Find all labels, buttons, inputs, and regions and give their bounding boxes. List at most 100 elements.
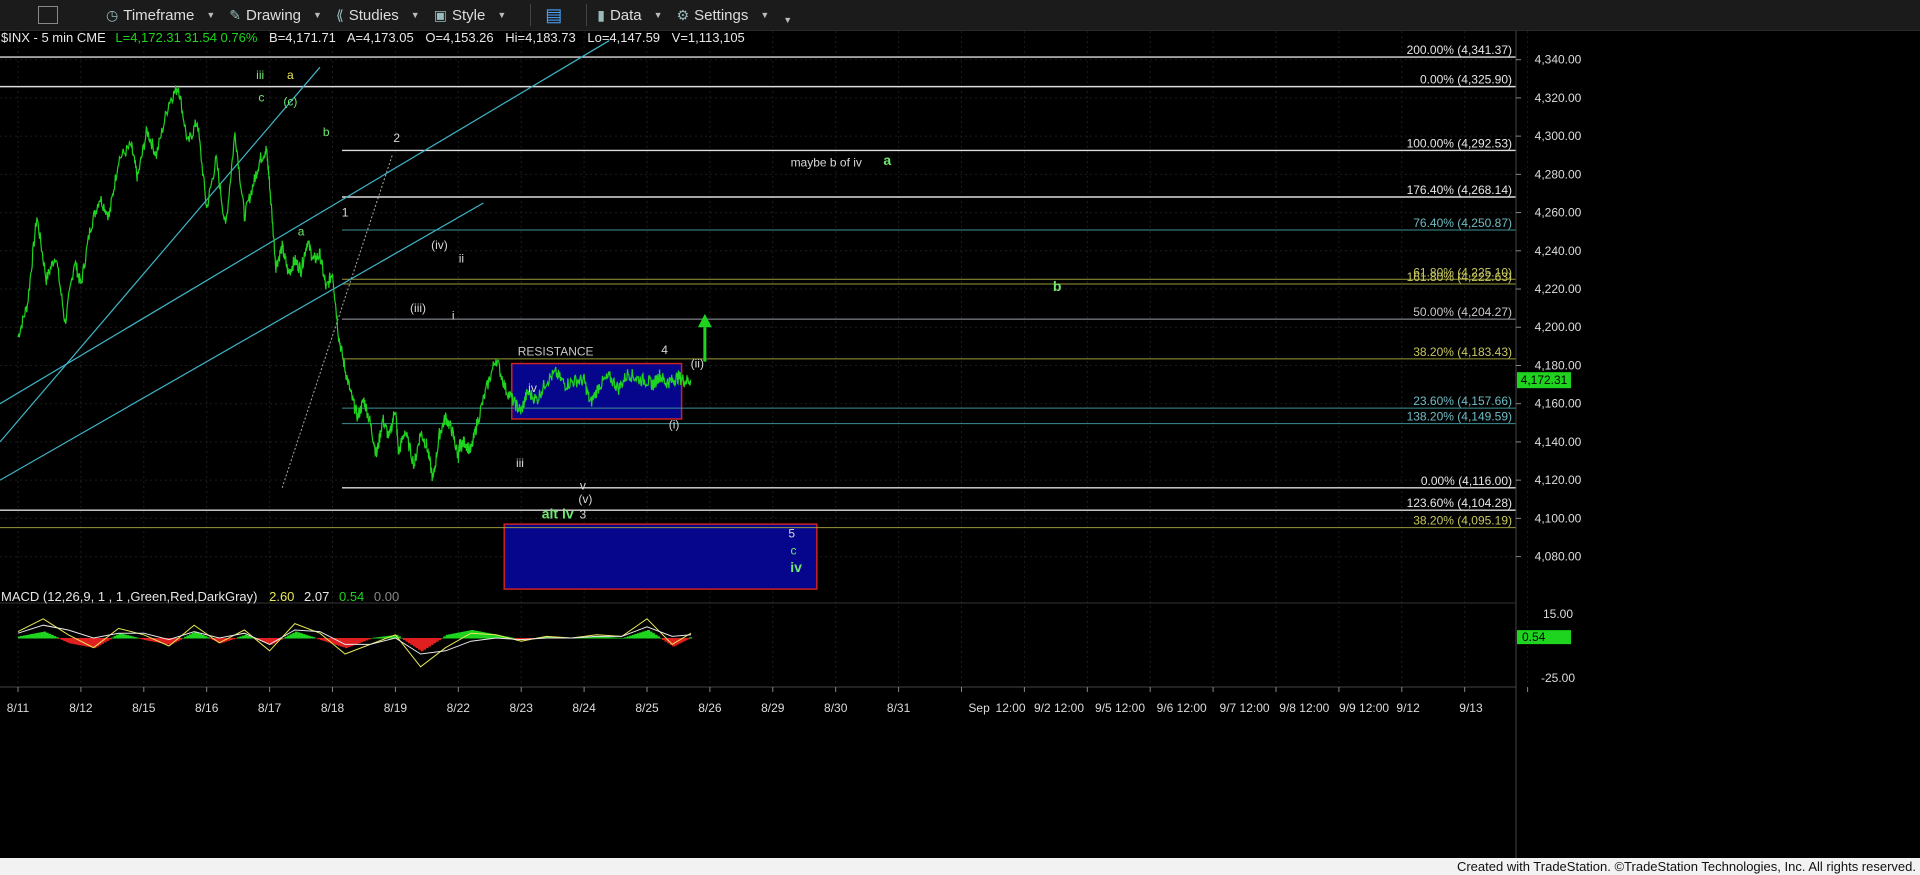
time-tick-label: 8/26 — [698, 701, 722, 715]
fib-label: 0.00% (4,325.90) — [1420, 73, 1512, 87]
time-tick-label: 9/9 12:00 — [1339, 701, 1389, 715]
time-tick-label: 8/30 — [824, 701, 848, 715]
open-quote: O=4,153.26 — [425, 31, 493, 45]
time-tick-label: 9/8 12:00 — [1279, 701, 1329, 715]
macd-axis-label: 0.54 — [1522, 630, 1546, 644]
price-tick-label: 4,180.00 — [1535, 358, 1582, 372]
symbol-name: $INX - 5 min CME — [1, 31, 106, 45]
wave-label: c — [258, 91, 264, 105]
wave-label: a — [287, 68, 294, 82]
chevron-down-icon: ▼ — [760, 10, 770, 20]
macd-hist-value: 0.54 — [339, 589, 364, 604]
time-tick-label: 8/31 — [887, 701, 911, 715]
wave-label: c — [791, 544, 797, 558]
wave-label: a — [298, 225, 305, 239]
clock-icon: ◷ — [106, 6, 119, 23]
wave-label: (i) — [669, 418, 680, 432]
wave-label: maybe b of iv — [791, 156, 862, 170]
chevron-down-icon[interactable]: ▼ — [783, 15, 792, 25]
low-quote: Lo=4,147.59 — [587, 31, 660, 45]
time-tick-label: 8/25 — [635, 701, 659, 715]
layout-icon[interactable]: ▤ — [545, 5, 562, 26]
time-tick-label: 9/6 12:00 — [1157, 701, 1207, 715]
time-tick-label: 8/24 — [572, 701, 596, 715]
data-label: Data — [609, 6, 642, 24]
wave-label: (c) — [283, 95, 297, 109]
wave-label: ii — [459, 251, 464, 265]
chevron-down-icon: ▼ — [313, 10, 322, 20]
studies-label: Studies — [348, 6, 399, 24]
fib-label: 50.00% (4,204.27) — [1413, 305, 1512, 319]
chevron-down-icon: ▼ — [497, 10, 507, 20]
wave-label: iii — [256, 68, 264, 82]
wave-label: iv — [528, 381, 537, 395]
price-tick-label: 4,240.00 — [1535, 244, 1582, 258]
data-menu[interactable]: ▮ Data ▼ — [597, 7, 662, 24]
wave-label: 1 — [342, 205, 349, 219]
wave-label: v — [580, 479, 586, 493]
style-label: Style — [451, 6, 486, 24]
price-tick-label: 4,320.00 — [1535, 91, 1582, 105]
fib-label: 176.40% (4,268.14) — [1407, 183, 1512, 197]
drawing-menu[interactable]: ✎ Drawing ▼ — [229, 7, 322, 24]
fib-label: 123.60% (4,104.28) — [1407, 496, 1512, 510]
time-tick-label: Sep — [968, 701, 990, 715]
time-tick-label: 9/2 12:00 — [1034, 701, 1084, 715]
fib-label: 138.20% (4,149.59) — [1407, 410, 1512, 424]
wave-label: (iv) — [431, 238, 448, 252]
ask-quote: A=4,173.05 — [347, 31, 414, 45]
wave-label: i — [452, 309, 455, 323]
price-tick-label: 4,120.00 — [1535, 473, 1582, 487]
settings-label: Settings — [694, 6, 749, 24]
price-tick-label: 4,100.00 — [1535, 511, 1582, 525]
wave-label: 5 — [788, 526, 795, 540]
studies-menu[interactable]: ⟪ Studies ▼ — [336, 7, 420, 24]
chevron-down-icon: ▼ — [410, 10, 420, 20]
toolbar-divider — [530, 4, 532, 26]
price-tick-label: 4,300.00 — [1535, 129, 1582, 143]
price-tick-label: 4,280.00 — [1535, 167, 1582, 181]
time-tick-label: 8/22 — [447, 701, 471, 715]
footer: Created with TradeStation. ©TradeStation… — [0, 858, 1920, 875]
macd-legend: MACD (12,26,9, 1 , 1 ,Green,Red,DarkGray… — [1, 589, 399, 604]
time-tick-label: 8/23 — [510, 701, 534, 715]
chevron-down-icon: ▼ — [206, 10, 216, 20]
price-tick-label: 4,160.00 — [1535, 397, 1582, 411]
resistance-label: RESISTANCE — [518, 345, 594, 359]
time-tick-label: 8/12 — [69, 701, 93, 715]
settings-menu[interactable]: ⚙ Settings ▼ — [677, 7, 770, 24]
pencil-icon: ✎ — [229, 6, 241, 23]
time-tick-label: 9/5 12:00 — [1095, 701, 1145, 715]
price-tick-label: 4,080.00 — [1535, 550, 1582, 564]
price-tick-label: 4,200.00 — [1535, 320, 1582, 334]
time-tick-label: 12:00 — [996, 701, 1026, 715]
wave-label: iii — [516, 456, 524, 470]
wave-label: a — [883, 152, 891, 168]
time-tick-label: 8/11 — [7, 701, 30, 715]
wave-label: (ii) — [691, 356, 704, 370]
macd-value: 2.60 — [269, 589, 294, 604]
chevron-down-icon: ▼ — [653, 10, 663, 20]
wave-label: (v) — [578, 492, 592, 506]
time-tick-label: 9/12 — [1396, 701, 1420, 715]
fib-label: 38.20% (4,183.43) — [1413, 345, 1512, 359]
price-chart[interactable]: RESISTANCE 200.00% (4,341.37) 0.00% (4,32… — [0, 31, 1920, 858]
wave-label: 3 — [579, 507, 586, 521]
gear-icon: ⚙ — [676, 6, 690, 23]
fib-label: 38.20% (4,095.19) — [1413, 514, 1512, 528]
target-box — [503, 523, 818, 590]
wave-label: b — [323, 125, 330, 139]
window-icon[interactable] — [38, 6, 58, 24]
macd-zero-value: 0.00 — [374, 589, 399, 604]
wave-label: 4 — [661, 343, 668, 357]
last-price-label: 4,172.31 — [1521, 373, 1568, 387]
volume-quote: V=1,113,105 — [672, 31, 745, 45]
style-menu[interactable]: ▣ Style ▼ — [434, 7, 507, 24]
price-tick-label: 4,220.00 — [1535, 282, 1582, 296]
fib-label: 200.00% (4,341.37) — [1407, 43, 1512, 57]
wave-label: 2 — [393, 131, 400, 145]
fib-label: 0.00% (4,116.00) — [1421, 474, 1512, 488]
toolbar-divider — [586, 4, 588, 26]
timeframe-menu[interactable]: ◷ Timeframe ▼ — [106, 7, 215, 24]
macd-axis-label: 15.00 — [1543, 607, 1573, 621]
